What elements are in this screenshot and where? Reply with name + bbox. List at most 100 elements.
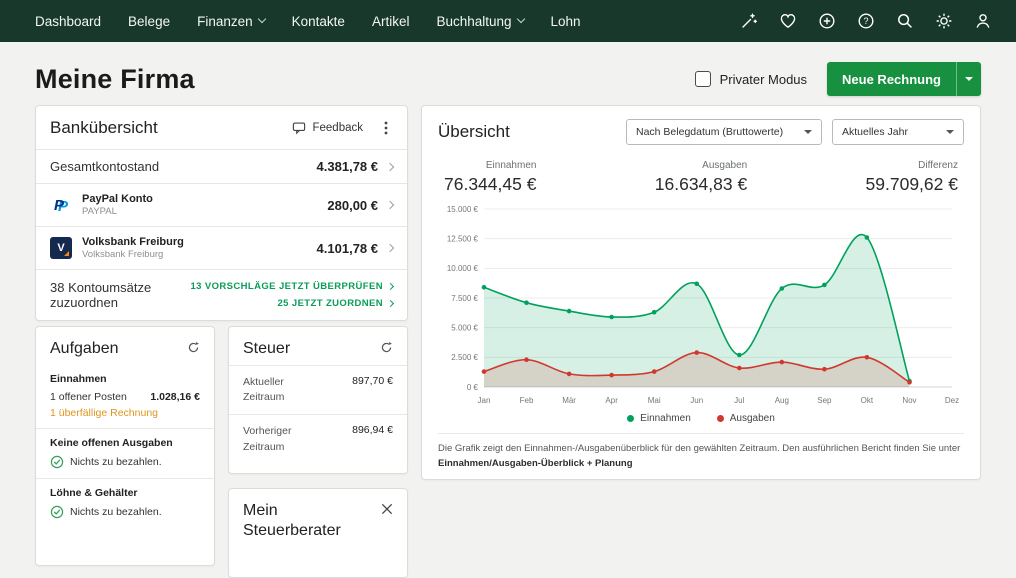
private-mode-toggle[interactable]: Privater Modus bbox=[695, 71, 807, 87]
page-header: Meine Firma Privater Modus Neue Rechnung bbox=[0, 42, 1016, 110]
help-icon[interactable]: ? bbox=[857, 12, 875, 30]
svg-text:Mär: Mär bbox=[562, 396, 576, 405]
income-total: 76.344,45 € bbox=[444, 174, 536, 195]
tax-advisor-card: Mein Steuerberater bbox=[228, 488, 408, 578]
nav-item-lohn[interactable]: Lohn bbox=[551, 14, 581, 29]
private-mode-label: Privater Modus bbox=[720, 72, 807, 87]
overview-card: Übersicht Nach Belegdatum (Bruttowerte) … bbox=[421, 105, 981, 480]
chevron-down-icon bbox=[965, 77, 973, 81]
report-link[interactable]: Einnahmen/Ausgaben-Überblick + Planung bbox=[438, 458, 633, 469]
heart-icon[interactable] bbox=[779, 12, 797, 30]
svg-text:Apr: Apr bbox=[605, 396, 618, 405]
tax-previous-period-row[interactable]: Vorheriger Zeitraum 896,94 € bbox=[229, 414, 407, 463]
new-invoice-dropdown-button[interactable] bbox=[956, 62, 981, 96]
svg-text:10.000 €: 10.000 € bbox=[447, 264, 479, 273]
legend-expenses: Ausgaben bbox=[717, 413, 775, 424]
svg-text:P: P bbox=[54, 197, 65, 214]
tax-current-period-row[interactable]: Aktueller Zeitraum 897,70 € bbox=[229, 365, 407, 414]
page-title: Meine Firma bbox=[35, 64, 195, 95]
svg-text:?: ? bbox=[863, 16, 868, 26]
assign-transactions-row: 38 Kontoumsätze zuzuordnen 13 VORSCHLÄGE… bbox=[36, 269, 407, 320]
svg-text:Okt: Okt bbox=[861, 396, 874, 405]
account-subtitle: Volksbank Freiburg bbox=[82, 249, 184, 260]
tax-advisor-title: Mein Steuerberater bbox=[243, 501, 355, 541]
difference-total: 59.709,62 € bbox=[866, 174, 958, 195]
svg-text:15.000 €: 15.000 € bbox=[447, 205, 479, 214]
tasks-payroll-heading: Löhne & Gehälter bbox=[50, 487, 200, 499]
income-expense-chart: 0 €2.500 €5.000 €7.500 €10.000 €12.500 €… bbox=[438, 199, 964, 411]
tax-card-title: Steuer bbox=[243, 339, 290, 359]
gear-icon[interactable] bbox=[935, 12, 953, 30]
chevron-down-icon bbox=[257, 15, 265, 23]
nav-item-artikel[interactable]: Artikel bbox=[372, 14, 410, 29]
paypal-logo-icon: PP bbox=[50, 194, 72, 216]
stat-expenses: Ausgaben 16.634,83 € bbox=[655, 160, 747, 195]
new-invoice-button[interactable]: Neue Rechnung bbox=[827, 62, 956, 96]
period-select[interactable]: Aktuelles Jahr bbox=[832, 119, 964, 145]
expenses-ok-row: Nichts zu bezahlen. bbox=[50, 455, 200, 469]
chevron-down-icon bbox=[804, 130, 812, 134]
kebab-menu-icon[interactable] bbox=[379, 120, 393, 136]
overdue-invoice-link[interactable]: 1 überfällige Rechnung bbox=[50, 407, 200, 419]
svg-text:Jul: Jul bbox=[734, 396, 744, 405]
stat-difference: Differenz 59.709,62 € bbox=[866, 160, 958, 195]
legend-dot-income bbox=[627, 415, 634, 422]
bank-account-row-paypal[interactable]: PP PayPal Konto PAYPAL 280,00 € bbox=[36, 183, 407, 226]
volksbank-logo-icon: V bbox=[50, 237, 72, 259]
account-subtitle: PAYPAL bbox=[82, 206, 153, 217]
account-name: PayPal Konto bbox=[82, 193, 153, 205]
account-name: Volksbank Freiburg bbox=[82, 236, 184, 248]
refresh-icon[interactable] bbox=[380, 339, 393, 354]
main-menu: Dashboard Belege Finanzen Kontakte Artik… bbox=[35, 14, 581, 29]
chevron-down-icon bbox=[946, 130, 954, 134]
user-icon[interactable] bbox=[974, 12, 992, 30]
bank-card-header: Bankübersicht Feedback bbox=[36, 106, 407, 149]
svg-text:Sep: Sep bbox=[817, 396, 832, 405]
payroll-ok-row: Nichts zu bezahlen. bbox=[50, 505, 200, 519]
private-mode-checkbox[interactable] bbox=[695, 71, 711, 87]
assign-now-link[interactable]: 25 JETZT ZUORDNEN bbox=[277, 298, 393, 309]
total-balance-row[interactable]: Gesamtkontostand 4.381,78 € bbox=[36, 149, 407, 183]
tasks-income-heading: Einnahmen bbox=[50, 373, 200, 385]
tasks-card-title: Aufgaben bbox=[50, 339, 119, 359]
open-items-row[interactable]: 1 offener Posten 1.028,16 € bbox=[50, 391, 200, 403]
tax-card: Steuer Aktueller Zeitraum 897,70 € Vorhe… bbox=[228, 326, 408, 474]
review-suggestions-link[interactable]: 13 VORSCHLÄGE JETZT ÜBERPRÜFEN bbox=[190, 281, 393, 292]
account-balance: 4.101,78 € bbox=[317, 241, 378, 256]
svg-text:Aug: Aug bbox=[775, 396, 789, 405]
header-actions: Privater Modus Neue Rechnung bbox=[695, 62, 981, 96]
chevron-down-icon bbox=[516, 15, 524, 23]
svg-text:2.500 €: 2.500 € bbox=[451, 353, 478, 362]
tax-previous-value: 896,94 € bbox=[352, 424, 393, 454]
svg-text:12.500 €: 12.500 € bbox=[447, 234, 479, 243]
search-icon[interactable] bbox=[896, 12, 914, 30]
legend-income: Einnahmen bbox=[627, 413, 691, 424]
chevron-right-icon bbox=[387, 283, 394, 290]
stat-income: Einnahmen 76.344,45 € bbox=[444, 160, 536, 195]
nav-item-dashboard[interactable]: Dashboard bbox=[35, 14, 101, 29]
nav-item-kontakte[interactable]: Kontakte bbox=[292, 14, 345, 29]
chart-footnote: Die Grafik zeigt den Einnahmen-/Ausgaben… bbox=[438, 433, 964, 471]
refresh-icon[interactable] bbox=[187, 339, 200, 354]
tax-current-value: 897,70 € bbox=[352, 375, 393, 405]
nav-item-finanzen[interactable]: Finanzen bbox=[197, 14, 265, 29]
feedback-button[interactable]: Feedback bbox=[292, 121, 363, 135]
check-circle-icon bbox=[50, 455, 64, 469]
overview-stats: Einnahmen 76.344,45 € Ausgaben 16.634,83… bbox=[444, 160, 958, 195]
svg-text:Jan: Jan bbox=[478, 396, 491, 405]
value-type-select[interactable]: Nach Belegdatum (Bruttowerte) bbox=[626, 119, 822, 145]
nav-item-buchhaltung[interactable]: Buchhaltung bbox=[436, 14, 523, 29]
magic-wand-icon[interactable] bbox=[740, 12, 758, 30]
chevron-right-icon bbox=[387, 300, 394, 307]
close-icon[interactable] bbox=[381, 501, 393, 515]
plus-circle-icon[interactable] bbox=[818, 12, 836, 30]
chevron-right-icon bbox=[386, 162, 394, 170]
divider bbox=[36, 478, 214, 479]
nav-item-belege[interactable]: Belege bbox=[128, 14, 170, 29]
bank-account-row-volksbank[interactable]: V Volksbank Freiburg Volksbank Freiburg … bbox=[36, 226, 407, 269]
total-balance-label: Gesamtkontostand bbox=[50, 159, 159, 174]
chevron-right-icon bbox=[386, 201, 394, 209]
svg-text:Feb: Feb bbox=[520, 396, 534, 405]
tasks-expenses-heading: Keine offenen Ausgaben bbox=[50, 437, 200, 449]
expenses-total: 16.634,83 € bbox=[655, 174, 747, 195]
